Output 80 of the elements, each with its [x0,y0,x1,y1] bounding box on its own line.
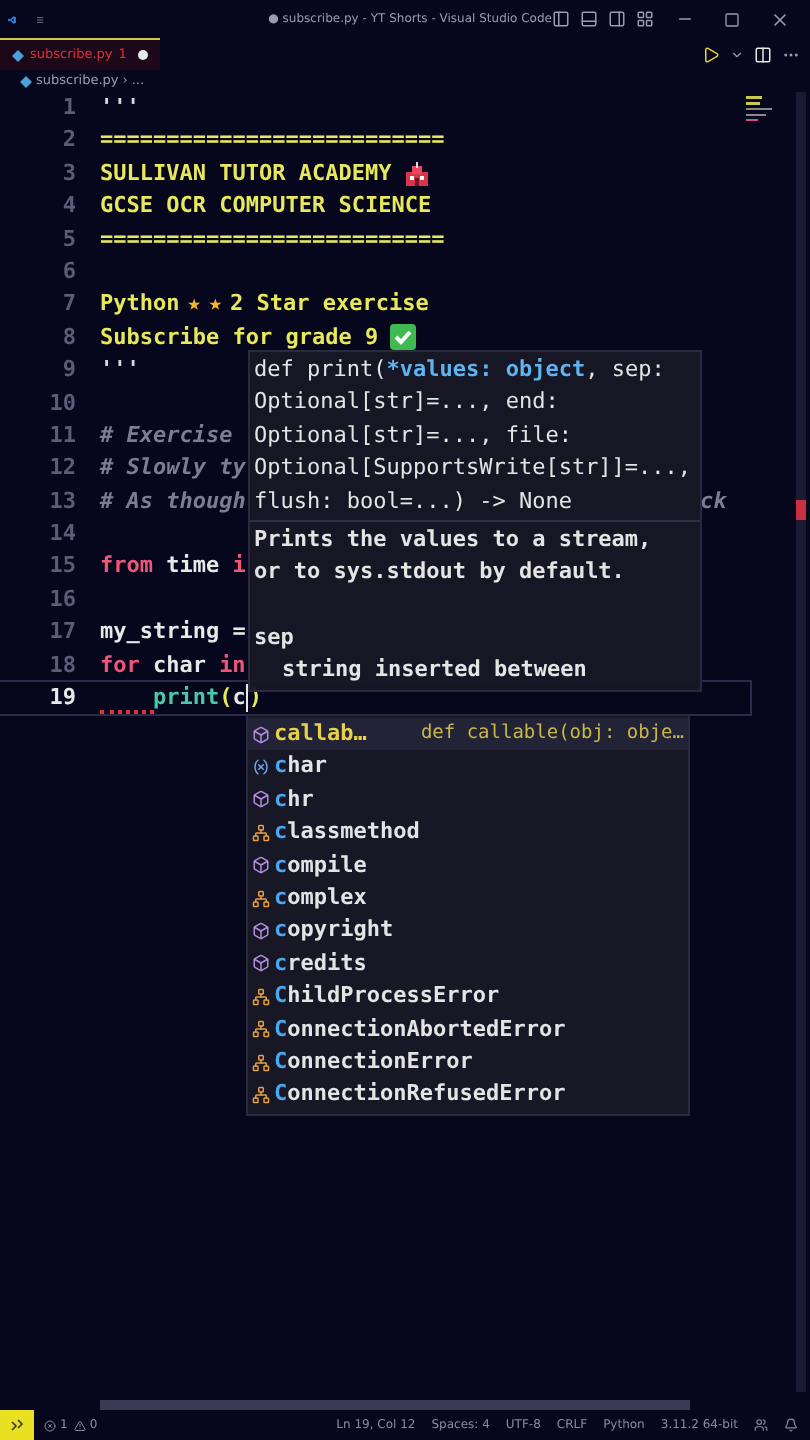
code-token: # Slowly ty [100,452,246,485]
suggestion-item[interactable]: char [248,750,688,784]
suggestion-item[interactable]: classmethod [248,816,688,850]
line-number: 16 [47,583,76,616]
suggestion-item[interactable]: callab… def callable(obj: obje… [248,718,688,751]
signature-text: *values: object [386,356,586,382]
code-token: ========================== [100,223,445,256]
line-number: 12 [47,452,76,485]
line-number: 8 [60,321,76,354]
code-token: for [100,649,140,682]
line-number: 10 [47,387,76,420]
suggestion-item[interactable]: complex [248,881,688,915]
line-number: 13 [47,485,76,518]
code-token: print [150,682,220,715]
code-token: ''' [100,92,140,124]
code-token: ★ [208,288,222,321]
suggestion-detail: def callable(obj: obje… [420,720,684,748]
line-number: 18 [47,649,76,682]
suggestion-label: char [274,750,327,783]
code-token: ( [219,682,233,715]
suggestion-label: ConnectionError [274,1045,473,1078]
doc-text: Prints the values to a stream, [254,523,654,556]
line-number: 9 [60,354,76,387]
line-number: 3 [60,157,76,190]
suggestion-item[interactable]: copyright [248,914,688,948]
code-token: i [232,550,246,583]
line-number: 2 [60,124,76,157]
param-name: sep [254,621,296,654]
suggestion-label: ConnectionAbortedError [274,1013,566,1046]
signature-text: , sep: [585,356,665,382]
line-number: 15 [47,550,76,583]
line-number: 19 [47,682,76,715]
code-token: # As though [100,485,246,518]
signature-text: def print( [254,356,387,382]
line-number: 6 [60,255,76,288]
line-number: 14 [47,518,76,551]
suggestion-label: credits [274,947,367,980]
signature-text: flush: bool=...) -> None [254,487,572,514]
code-token: time [166,550,220,583]
code-token: 2 Star exercise [230,288,429,321]
param-description: string inserted between [282,654,589,687]
suggestion-label: ConnectionRefusedError [274,1078,566,1111]
line-number: 1 [60,92,76,124]
suggestion-item[interactable]: chr [248,783,688,817]
suggestion-label: classmethod [274,816,420,849]
signature-text: Optional[SupportsWrite[str]]=..., [254,454,692,481]
doc-text: or to sys.stdout by default. [254,556,627,589]
line-number: 7 [60,288,76,321]
suggestion-item[interactable]: compile [248,849,688,882]
code-token: c [232,682,246,715]
code-token: GCSE OCR COMPUTER SCIENCE [100,190,432,223]
suggestion-item[interactable]: ConnectionError [248,1045,688,1079]
code-token: Python [100,288,180,321]
suggestion-label: callab… [274,718,367,750]
code-token: in [219,649,246,682]
line-number: 4 [60,190,76,223]
suggestion-item[interactable]: ChildProcessError [248,980,688,1014]
suggestion-label: compile [274,849,367,882]
signature-text: Optional[str]=..., file: [254,421,572,448]
suggestion-item[interactable]: ConnectionAbortedError [248,1013,688,1046]
code-token: char [152,649,206,682]
suggestion-item[interactable]: ConnectionRefusedError [248,1078,688,1112]
code-token: ''' [100,354,140,387]
code-token: my_string = [100,616,246,649]
code-token: ========================== [100,124,445,157]
suggestion-label: ChildProcessError [274,980,500,1013]
line-number: 17 [47,616,76,649]
code-token: SULLIVAN TUTOR ACADEMY [100,157,392,190]
signature-text: Optional[str]=..., end: [254,388,559,415]
code-token: # Exercise [100,419,233,452]
code-token: ★ [187,288,201,321]
line-number: 5 [60,223,76,256]
line-number: 11 [47,419,76,452]
suggestion-label: complex [274,881,367,914]
suggestion-label: copyright [274,914,394,947]
code-token: Subscribe for grade 9 [100,321,379,354]
code-token: from [100,550,153,583]
suggestion-label: chr [274,783,314,816]
suggestion-item[interactable]: credits [248,947,688,981]
code-token: ck [700,485,727,518]
